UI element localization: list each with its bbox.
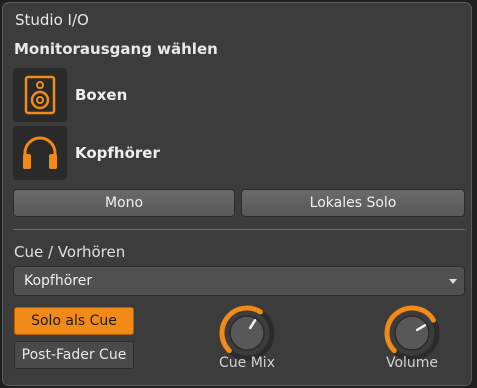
cue-output-value: Kopfhörer <box>24 273 93 289</box>
studio-io-panel: Studio I/O Monitorausgang wählen Boxen K… <box>2 2 472 386</box>
headphones-icon <box>13 126 67 180</box>
cue-mix-label: Cue Mix <box>219 355 275 371</box>
local-solo-button[interactable]: Lokales Solo <box>241 189 465 217</box>
output-option-headphones[interactable]: Kopfhörer <box>13 125 160 181</box>
cue-mix-knob[interactable] <box>217 303 277 363</box>
monitor-output-heading: Monitorausgang wählen <box>14 40 218 58</box>
output-label-speakers: Boxen <box>75 86 128 104</box>
section-divider <box>13 229 465 230</box>
speaker-icon <box>13 68 67 122</box>
cue-output-select[interactable]: Kopfhörer <box>13 266 465 296</box>
panel-title: Studio I/O <box>15 11 89 29</box>
output-option-speakers[interactable]: Boxen <box>13 67 127 123</box>
chevron-down-icon <box>449 279 457 284</box>
volume-knob[interactable] <box>382 303 442 363</box>
solo-as-cue-button[interactable]: Solo als Cue <box>14 307 134 335</box>
volume-label: Volume <box>385 355 439 371</box>
post-fader-cue-button[interactable]: Post-Fader Cue <box>14 341 134 369</box>
cue-heading: Cue / Vorhören <box>14 243 126 261</box>
output-label-headphones: Kopfhörer <box>75 144 160 162</box>
mono-button[interactable]: Mono <box>13 189 235 217</box>
